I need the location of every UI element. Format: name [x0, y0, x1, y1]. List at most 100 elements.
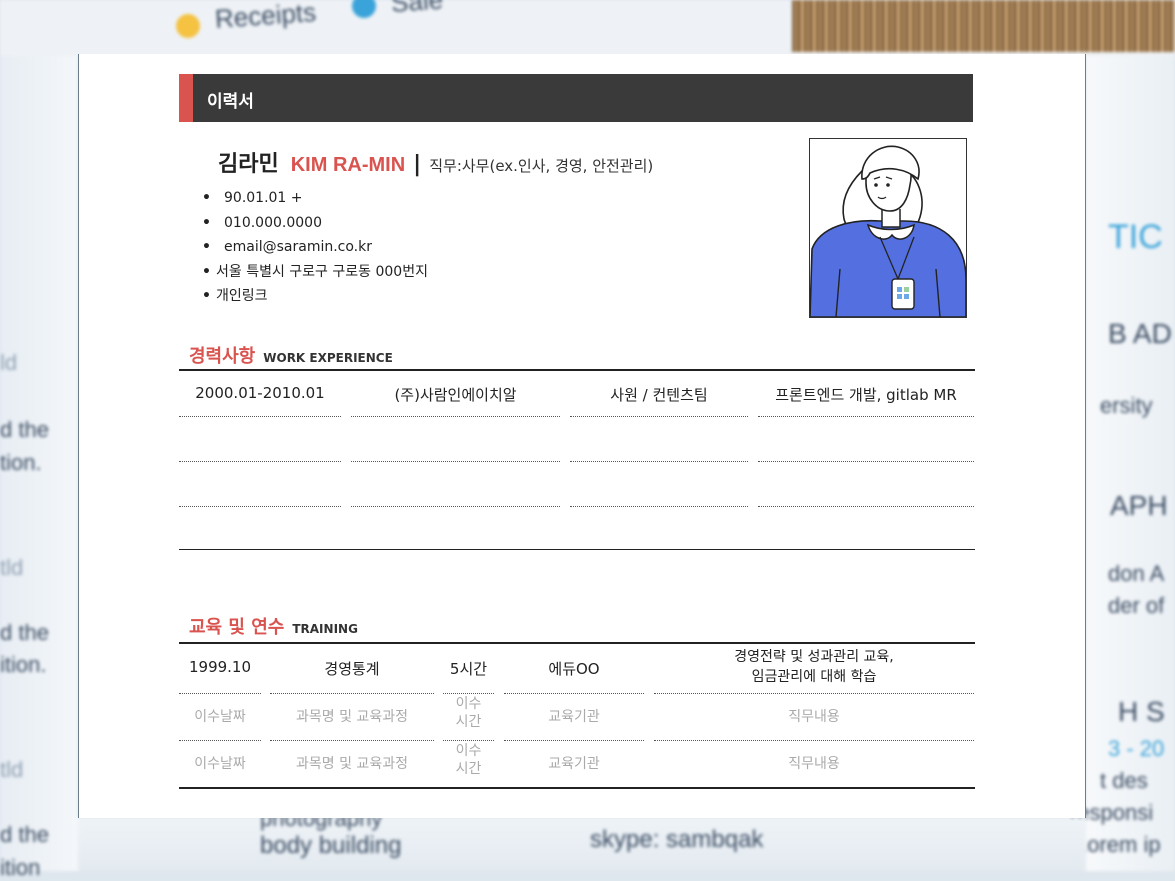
- row-divider: [570, 461, 748, 462]
- job-description: 직무:사무(ex.인사, 경영, 안전관리): [429, 157, 654, 175]
- training-hours-placeholder: 이수 시간: [455, 696, 482, 730]
- bg-left-fragment: d the: [0, 822, 49, 847]
- bg-left-fragment: ld: [0, 350, 18, 375]
- resume-header-bar: 이력서: [179, 74, 973, 122]
- header-accent-stripe: [179, 74, 193, 122]
- row-divider: [654, 693, 974, 694]
- bg-right-fragment: H S: [1118, 696, 1165, 727]
- name-row: 김라민 KIM RA-MIN | 직무:사무(ex.인사, 경영, 안전관리): [218, 146, 653, 178]
- training-content-placeholder: 직무내용: [788, 709, 840, 725]
- bg-left-fragment: ition.: [0, 652, 47, 677]
- training-course-placeholder: 과목명 및 교육과정: [296, 709, 408, 725]
- person-illustration-icon: [810, 145, 966, 317]
- training-content: 경영전략 및 성과관리 교육, 임금관리에 대해 학습: [734, 649, 894, 685]
- info-text: 서울 특별시 구로구 구로동 000번지: [216, 263, 428, 280]
- bg-left-fragment: d the: [0, 417, 49, 442]
- name-separator: |: [413, 152, 422, 177]
- row-divider: [504, 740, 644, 741]
- info-address: • 서울 특별시 구로구 구로동 000번지: [202, 262, 428, 287]
- resume-title: 이력서: [207, 92, 254, 112]
- row-divider: [443, 740, 494, 741]
- bg-left-fragment: tld: [0, 555, 24, 580]
- profile-photo: [809, 138, 967, 318]
- row-divider: [443, 693, 494, 694]
- training-date-placeholder: 이수날짜: [194, 756, 246, 772]
- training-org: 에듀OO: [548, 660, 600, 678]
- bg-right-fragment: TIC: [1108, 218, 1163, 256]
- bullet: •: [202, 190, 211, 206]
- training-title-en: TRAINING: [292, 622, 358, 636]
- info-birthdate: • 90.01.01 +: [202, 188, 428, 213]
- bg-right-fragment: don A: [1108, 561, 1165, 586]
- row-divider: [570, 506, 748, 507]
- training-title-ko: 교육 및 연수: [189, 617, 285, 638]
- row-divider: [758, 416, 974, 417]
- info-text: email@saramin.co.kr: [224, 239, 372, 255]
- bullet: •: [202, 263, 211, 280]
- work-title-ko: 경력사항: [189, 346, 256, 367]
- background-bottom-page: [78, 818, 1086, 871]
- training-date-placeholder: 이수날짜: [194, 709, 246, 725]
- bg-left-fragment: ition: [0, 855, 41, 880]
- info-text: 개인링크: [216, 288, 268, 304]
- bullet: •: [202, 214, 211, 231]
- row-divider: [270, 740, 434, 741]
- bullet: •: [202, 288, 211, 304]
- bg-bottom-fragment: skype: sambqak: [590, 826, 764, 853]
- info-personal-link: • 개인링크: [202, 286, 428, 311]
- work-period: 2000.01-2010.01: [195, 384, 325, 402]
- row-divider: [758, 461, 974, 462]
- training-org-placeholder: 교육기관: [548, 756, 600, 772]
- work-section-title: 경력사항 WORK EXPERIENCE: [189, 342, 393, 368]
- training-top-rule: [179, 642, 975, 644]
- training-course-placeholder: 과목명 및 교육과정: [296, 756, 408, 772]
- work-title-en: WORK EXPERIENCE: [263, 351, 393, 365]
- row-divider: [179, 693, 261, 694]
- info-email: • email@saramin.co.kr: [202, 237, 428, 262]
- info-text: 90.01.01 +: [224, 190, 303, 206]
- row-divider: [504, 693, 644, 694]
- row-divider: [179, 740, 261, 741]
- row-divider: [179, 461, 341, 462]
- row-divider: [270, 693, 434, 694]
- work-company: (주)사람인에이치알: [394, 386, 517, 404]
- bg-bottom-fragment: body building: [260, 832, 402, 859]
- row-divider: [351, 416, 560, 417]
- row-divider: [179, 416, 341, 417]
- training-section-title: 교육 및 연수 TRAINING: [189, 613, 358, 639]
- info-phone: • 010.000.0000: [202, 213, 428, 238]
- row-divider: [351, 506, 560, 507]
- training-bottom-rule: [179, 787, 975, 789]
- row-divider: [351, 461, 560, 462]
- work-bottom-rule: [179, 549, 975, 550]
- bg-right-fragment: APH: [1110, 490, 1168, 521]
- bg-right-fragment: B AD: [1108, 318, 1172, 349]
- personal-info-list: • 90.01.01 + • 010.000.0000 • email@saramin…: [202, 188, 428, 311]
- name-korean: 김라민: [218, 152, 279, 177]
- bg-right-fragment: t des: [1100, 768, 1148, 793]
- training-course: 경영통계: [324, 660, 380, 678]
- bg-left-fragment: tld: [0, 757, 24, 782]
- work-duty: 프론트엔드 개발, gitlab MR: [775, 386, 957, 404]
- work-position: 사원 / 컨텐츠팀: [610, 386, 708, 404]
- bg-left-fragment: tion.: [0, 450, 42, 475]
- work-top-rule: [179, 369, 975, 371]
- training-hours: 5시간: [449, 660, 488, 678]
- bg-right-fragment: Lorem ip: [1075, 832, 1161, 857]
- bg-right-fragment: der of: [1108, 593, 1165, 618]
- bullet: •: [202, 239, 211, 255]
- name-english: KIM RA-MIN: [290, 154, 406, 176]
- training-hours-placeholder: 이수 시간: [455, 743, 482, 777]
- yellow-dot-icon: [176, 14, 200, 38]
- training-date: 1999.10: [188, 658, 252, 676]
- bg-right-fragment: 3 - 20: [1108, 736, 1165, 761]
- training-content-placeholder: 직무내용: [788, 756, 840, 772]
- row-divider: [570, 416, 748, 417]
- background-wood-texture: [792, 0, 1175, 52]
- training-org-placeholder: 교육기관: [548, 709, 600, 725]
- bg-right-fragment: ersity: [1100, 393, 1153, 418]
- row-divider: [758, 506, 974, 507]
- row-divider: [654, 740, 974, 741]
- info-text: 010.000.0000: [224, 214, 322, 231]
- bg-left-fragment: d the: [0, 620, 49, 645]
